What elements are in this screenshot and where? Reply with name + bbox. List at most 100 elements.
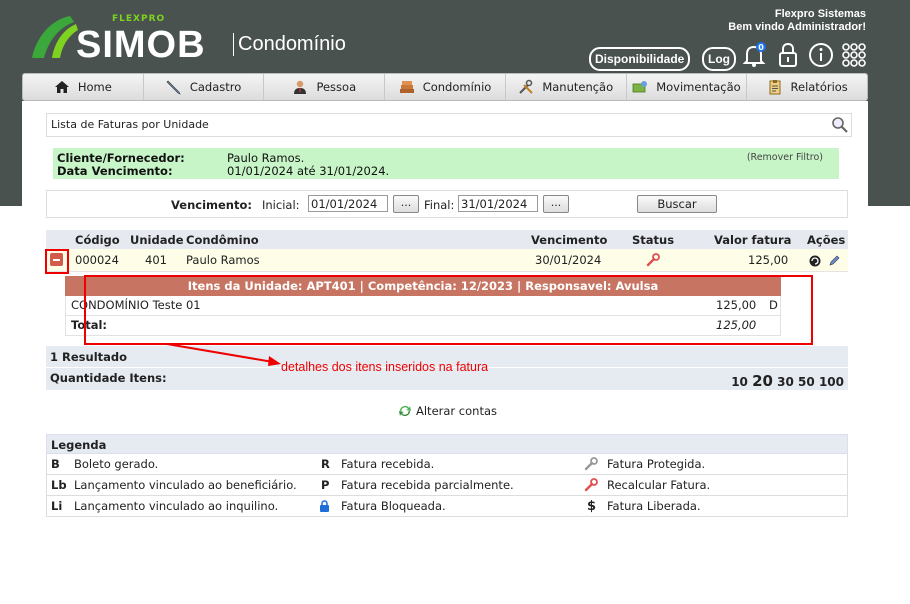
menu-condominio[interactable]: Condomínio bbox=[385, 74, 506, 100]
inicial-calendar-button[interactable]: ... bbox=[393, 195, 419, 213]
page-size-20[interactable]: 20 bbox=[752, 372, 773, 390]
col-codigo: Código bbox=[75, 233, 120, 247]
legend-title: Legenda bbox=[46, 434, 848, 454]
wrench-red-icon[interactable] bbox=[646, 253, 660, 267]
lock-header-icon[interactable] bbox=[775, 42, 801, 68]
legend-key-dollar: $ bbox=[587, 499, 597, 514]
cell-codigo: 000024 bbox=[75, 253, 119, 267]
home-icon bbox=[54, 81, 69, 93]
logo-swoosh-icon bbox=[32, 16, 78, 58]
menu-manutencao[interactable]: Manutenção bbox=[506, 74, 627, 100]
menu-relatorios[interactable]: Relatórios bbox=[747, 74, 867, 100]
cell-unidade: 401 bbox=[145, 253, 167, 267]
legend-text: Fatura Protegida. bbox=[607, 457, 706, 471]
menu-manutencao-label: Manutenção bbox=[542, 80, 614, 94]
col-condomino: Condômino bbox=[186, 233, 259, 247]
money-icon bbox=[632, 81, 648, 93]
clipboard-icon bbox=[769, 80, 781, 95]
logo-flexpro: FLEXPRO bbox=[112, 14, 166, 24]
tools-icon bbox=[519, 79, 534, 94]
legend-row: Lb Lançamento vinculado ao beneficiário.… bbox=[46, 475, 848, 496]
legend-key-li: Li bbox=[51, 499, 63, 513]
filter-labels: Cliente/Fornecedor: Data Vencimento: bbox=[57, 152, 185, 178]
menu-cadastro-label: Cadastro bbox=[189, 80, 242, 94]
annotation-box-detail bbox=[84, 275, 813, 345]
notification-count: 0 bbox=[758, 43, 764, 52]
cell-condomino: Paulo Ramos bbox=[186, 253, 260, 267]
table-row[interactable]: 000024 401 Paulo Ramos 30/01/2024 125,00 bbox=[46, 249, 848, 272]
cell-vencimento: 30/01/2024 bbox=[535, 253, 602, 267]
legend: Legenda B Boleto gerado. R Fatura recebi… bbox=[46, 434, 848, 517]
col-status: Status bbox=[632, 233, 675, 247]
content-panel: Lista de Faturas por Unidade Cliente/For… bbox=[22, 101, 868, 604]
menu-home-label: Home bbox=[77, 80, 112, 94]
lock-icon bbox=[320, 500, 329, 512]
alterar-contas-label: Alterar contas bbox=[416, 404, 497, 418]
bell-icon[interactable]: 0 bbox=[741, 42, 767, 68]
menu-home[interactable]: Home bbox=[23, 74, 144, 100]
alterar-contas-link[interactable]: Alterar contas bbox=[398, 404, 497, 418]
legend-text: Fatura Liberada. bbox=[607, 499, 701, 513]
legend-key-r: R bbox=[321, 457, 330, 471]
buscar-button[interactable]: Buscar bbox=[637, 195, 717, 213]
page-size-30[interactable]: 30 bbox=[777, 375, 794, 389]
legend-key-b: B bbox=[51, 457, 60, 471]
apps-grid-icon[interactable] bbox=[841, 42, 867, 68]
table-header: Código Unidade Condômino Vencimento Stat… bbox=[46, 230, 848, 249]
legend-row: Li Lançamento vinculado ao inquilino. Fa… bbox=[46, 496, 848, 517]
col-valor: Valor fatura bbox=[714, 233, 792, 247]
filter-date-label: Data Vencimento: bbox=[57, 164, 173, 178]
date-filter-form: Vencimento: Inicial: 01/01/2024 ... Fina… bbox=[46, 190, 848, 218]
legend-text: Fatura Bloqueada. bbox=[341, 499, 446, 513]
final-date-input[interactable]: 31/01/2024 bbox=[458, 195, 538, 212]
wrench-gray-icon bbox=[584, 457, 598, 471]
company-name: Flexpro Sistemas bbox=[774, 8, 866, 20]
inicial-label: Inicial: bbox=[262, 198, 300, 212]
logo-module: Condomínio bbox=[233, 33, 346, 56]
info-icon[interactable] bbox=[808, 42, 834, 68]
logo-simob: SIMOB bbox=[76, 24, 206, 66]
menu-movimentacao-label: Movimentação bbox=[656, 80, 741, 94]
final-label: Final: bbox=[424, 198, 455, 212]
qty-items-label: Quantidade Itens: bbox=[50, 371, 167, 385]
page-size-10[interactable]: 10 bbox=[731, 375, 748, 389]
menu-movimentacao[interactable]: Movimentação bbox=[627, 74, 748, 100]
search-icon[interactable] bbox=[831, 116, 849, 134]
active-filter: Cliente/Fornecedor: Data Vencimento: Pau… bbox=[53, 148, 839, 179]
cell-valor: 125,00 bbox=[748, 253, 789, 267]
vencimento-label: Vencimento: bbox=[171, 198, 252, 212]
menu-condominio-label: Condomínio bbox=[422, 80, 492, 94]
legend-text: Fatura recebida. bbox=[341, 457, 435, 471]
remove-filter-link[interactable]: (Remover Filtro) bbox=[747, 151, 823, 164]
menu-relatorios-label: Relatórios bbox=[790, 80, 848, 94]
refresh-green-icon bbox=[399, 406, 411, 416]
final-calendar-button[interactable]: ... bbox=[543, 195, 569, 213]
page-size-50[interactable]: 50 bbox=[798, 375, 815, 389]
col-unidade: Unidade bbox=[130, 233, 184, 247]
legend-key-lb: Lb bbox=[51, 478, 67, 492]
inicial-date-input[interactable]: 01/01/2024 bbox=[308, 195, 388, 212]
page-size-100[interactable]: 100 bbox=[819, 375, 844, 389]
menu-cadastro[interactable]: Cadastro bbox=[144, 74, 265, 100]
col-acoes: Ações bbox=[807, 233, 846, 247]
legend-text: Fatura recebida parcialmente. bbox=[341, 478, 514, 492]
annotation-text: detalhes dos itens inseridos na fatura bbox=[281, 360, 489, 374]
log-button[interactable]: Log bbox=[702, 47, 736, 71]
page-size-selector: 10 20 30 50 100 bbox=[731, 372, 844, 390]
edit-pencil-icon[interactable] bbox=[828, 254, 841, 267]
user-info: Flexpro Sistemas Bem vindo Administrador… bbox=[728, 8, 866, 34]
menu-pessoa[interactable]: Pessoa bbox=[264, 74, 386, 100]
legend-text: Boleto gerado. bbox=[74, 457, 159, 471]
disponibilidade-button[interactable]: Disponibilidade bbox=[589, 47, 691, 71]
main-menu: Home Cadastro Pessoa Condomínio Manutenç… bbox=[22, 73, 868, 101]
cycle-action-icon[interactable] bbox=[809, 255, 821, 267]
annotation-arrow bbox=[166, 343, 281, 366]
legend-text: Lançamento vinculado ao beneficiário. bbox=[74, 478, 297, 492]
wrench-red-icon bbox=[584, 478, 598, 492]
simob-logo[interactable]: FLEXPRO SIMOB Condomínio bbox=[30, 12, 370, 66]
person-icon bbox=[294, 80, 307, 94]
legend-key-p: P bbox=[321, 478, 330, 492]
welcome-text: Bem vindo Administrador! bbox=[728, 21, 866, 33]
col-vencimento: Vencimento bbox=[531, 233, 608, 247]
page-title-bar: Lista de Faturas por Unidade bbox=[46, 113, 852, 137]
